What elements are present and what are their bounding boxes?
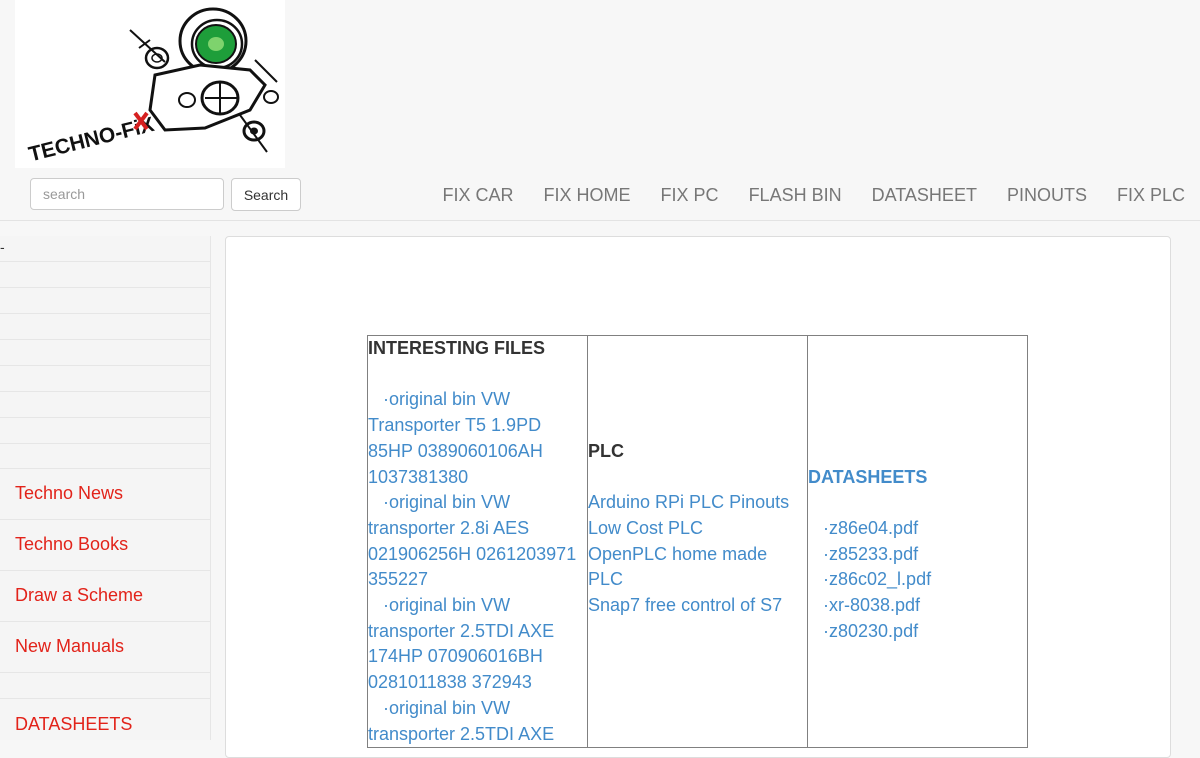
file-link-continued[interactable]: transporter 2.5TDI AXE: [368, 724, 554, 744]
nav-datasheet[interactable]: DATASHEET: [857, 178, 992, 212]
nav-fix-car[interactable]: FIX CAR: [428, 178, 529, 212]
sidebar-empty-row[interactable]: [0, 392, 210, 418]
sidebar: - Techno News Techno Books Draw a Scheme…: [0, 236, 211, 740]
datasheet-link[interactable]: z86e04.pdf: [829, 518, 918, 538]
sidebar-empty-row[interactable]: [0, 288, 210, 314]
file-link[interactable]: original bin VW: [389, 595, 510, 615]
sidebar-empty-row[interactable]: [0, 418, 210, 444]
plc-link[interactable]: OpenPLC home made PLC: [588, 544, 767, 590]
sidebar-divider: [0, 673, 210, 699]
file-link[interactable]: original bin VW: [389, 698, 510, 718]
logo-text: TECHNO-FiX: [26, 113, 156, 166]
nav-fix-pc[interactable]: FIX PC: [646, 178, 734, 212]
file-link-continued[interactable]: transporter 2.8i AES 021906256H 02612039…: [368, 518, 576, 589]
files-table: INTERESTING FILES ·original bin VW Trans…: [367, 334, 1028, 749]
sidebar-item-techno-books[interactable]: Techno Books: [0, 520, 210, 571]
datasheets-heading-link[interactable]: DATASHEETS: [808, 465, 1027, 491]
file-list-item: ·original bin VW transporter 2.8i AES 02…: [368, 492, 577, 590]
file-link-continued[interactable]: Transporter T5 1.9PD 85HP 0389060106AH 1…: [368, 415, 543, 486]
sidebar-dash: -: [0, 239, 5, 255]
file-link[interactable]: original bin VW: [389, 389, 510, 409]
nav-fix-home[interactable]: FIX HOME: [529, 178, 646, 212]
nav-fix-plc[interactable]: FIX PLC: [1102, 178, 1200, 212]
sidebar-empty-row[interactable]: [0, 444, 210, 469]
plc-heading: PLC: [588, 440, 624, 461]
nav-pinouts[interactable]: PINOUTS: [992, 178, 1102, 212]
search-button[interactable]: Search: [231, 178, 301, 211]
datasheets-cell: DATASHEETS ·z86e04.pdf ·z85233.pdf ·z86c…: [807, 334, 1028, 749]
file-link-continued[interactable]: transporter 2.5TDI AXE 174HP 070906016BH…: [368, 621, 554, 692]
nav-flash-bin[interactable]: FLASH BIN: [734, 178, 857, 212]
sidebar-item-new-manuals[interactable]: New Manuals: [0, 622, 210, 673]
plc-link[interactable]: Arduino RPi PLC Pinouts: [588, 492, 789, 512]
plc-link[interactable]: Low Cost PLC: [588, 518, 703, 538]
sidebar-item-draw-a-scheme[interactable]: Draw a Scheme: [0, 571, 210, 622]
file-list-item: ·original bin VW Transporter T5 1.9PD 85…: [368, 389, 543, 487]
sidebar-item-techno-news[interactable]: Techno News: [0, 469, 210, 520]
main-nav: FIX CAR FIX HOME FIX PC FLASH BIN DATASH…: [428, 178, 1200, 212]
plc-cell: PLC Arduino RPi PLC Pinouts Low Cost PLC…: [587, 334, 808, 749]
sidebar-dash-row: -: [0, 236, 210, 262]
datasheet-link[interactable]: xr-8038.pdf: [829, 595, 920, 615]
file-link[interactable]: original bin VW: [389, 492, 510, 512]
search-input[interactable]: [30, 178, 224, 210]
sidebar-empty-row[interactable]: [0, 366, 210, 392]
datasheet-link[interactable]: z80230.pdf: [829, 621, 918, 641]
datasheet-link[interactable]: z85233.pdf: [829, 544, 918, 564]
file-list-item: ·original bin VW transporter 2.5TDI AXE …: [368, 595, 555, 693]
logo-graphic: TECHNO-FiX: [26, 7, 279, 166]
plc-link[interactable]: Snap7 free control of S7: [588, 595, 782, 615]
sidebar-empty-row[interactable]: [0, 340, 210, 366]
datasheet-link[interactable]: z86c02_l.pdf: [829, 569, 931, 589]
site-logo[interactable]: TECHNO-FiX: [15, 0, 285, 168]
site-header: TECHNO-FiX Search FIX CAR FIX HOME FIX P…: [0, 0, 1200, 221]
sidebar-item-datasheets[interactable]: DATASHEETS: [0, 699, 210, 750]
interesting-files-heading: INTERESTING FILES: [368, 338, 546, 358]
sidebar-empty-row[interactable]: [0, 262, 210, 288]
interesting-files-cell: INTERESTING FILES ·original bin VW Trans…: [367, 334, 588, 749]
sidebar-empty-row[interactable]: [0, 314, 210, 340]
